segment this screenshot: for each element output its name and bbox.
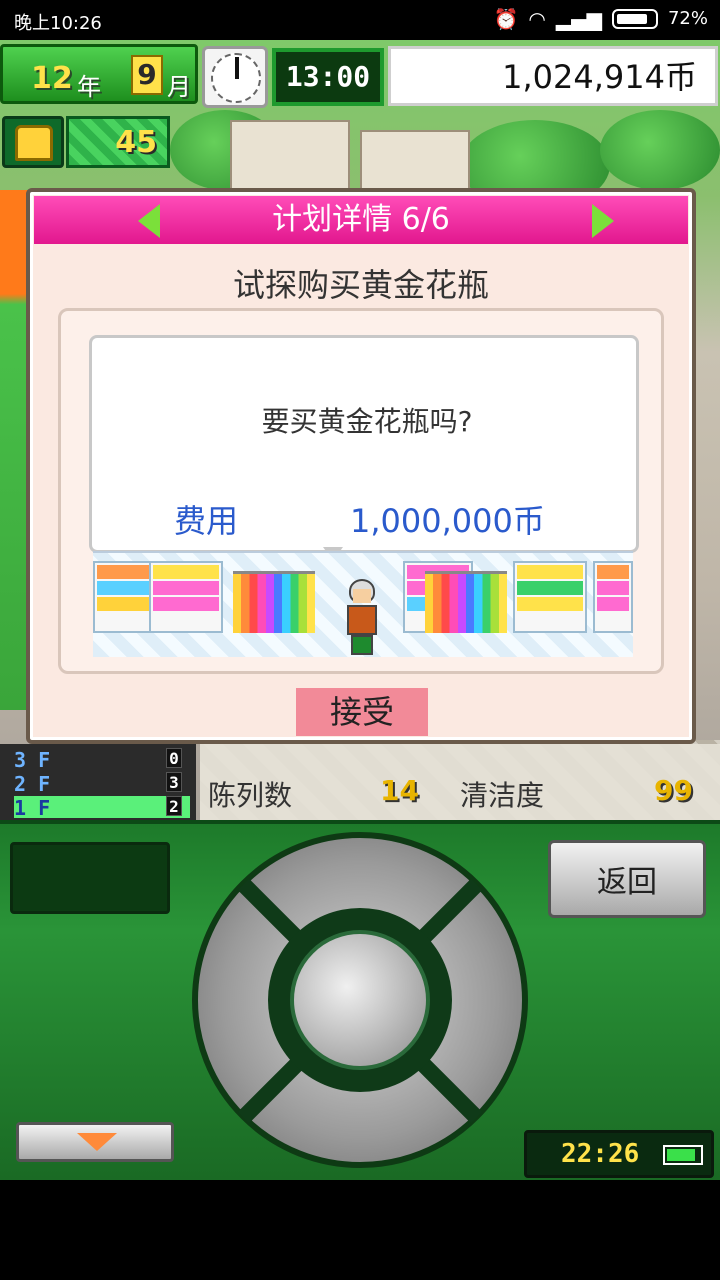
dialog-header: 计划详情 6/6	[34, 196, 688, 244]
month-unit: 月	[167, 73, 191, 101]
year-value: 12	[31, 61, 73, 96]
status-icons: ⏰ ◠ ▂▄▆ 72%	[493, 8, 708, 29]
product-shelf	[593, 561, 633, 633]
plan-content-panel: 要买黄金花瓶吗? 费用 1,000,000币	[58, 308, 664, 674]
date-panel: 12 年 9 月	[0, 44, 198, 104]
dpad[interactable]	[192, 832, 528, 1168]
dialog-title: 计划详情 6/6	[272, 202, 450, 237]
cost-label: 费用	[174, 502, 239, 540]
back-button[interactable]: 返回	[548, 840, 706, 918]
dpad-center-button[interactable]	[290, 930, 430, 1070]
clock-icon	[202, 46, 268, 108]
next-arrow-icon[interactable]	[592, 204, 614, 238]
month-value: 9	[131, 55, 163, 95]
building-edge	[0, 190, 28, 710]
floor-row-3f[interactable]: 3 F 0	[14, 748, 190, 772]
game-time: 13:00	[272, 48, 384, 106]
prev-arrow-icon[interactable]	[138, 204, 160, 238]
battery-percent: 72%	[667, 8, 708, 29]
wifi-icon: ◠	[528, 6, 546, 31]
signal-icon: ▂▄▆	[555, 6, 602, 31]
scroll-down-button[interactable]	[16, 1122, 174, 1162]
down-arrow-icon	[77, 1133, 117, 1151]
display-count-label: 陈列数	[208, 779, 293, 812]
device-clock: 22:26	[524, 1130, 714, 1178]
shop-illustration	[93, 551, 633, 657]
floor-row-2f[interactable]: 2 F 3	[14, 772, 190, 796]
points-panel: 45	[66, 116, 170, 168]
plan-detail-dialog: 计划详情 6/6 试探购买黄金花瓶 要买黄金花瓶吗? 费用 1,000,000币…	[26, 188, 696, 744]
status-bar: 晚上10:26 ⏰ ◠ ▂▄▆ 72%	[0, 0, 720, 40]
product-shelf	[149, 561, 223, 633]
building-wall	[230, 120, 350, 190]
points-value: 45	[115, 125, 157, 160]
floor-row-1f[interactable]: 1 F 2	[14, 796, 190, 820]
product-shelf	[513, 561, 587, 633]
tree	[600, 110, 720, 190]
clothing-rack	[425, 571, 507, 633]
display-count-value: 14	[380, 774, 419, 807]
money-display: 1,024,914币	[388, 46, 718, 106]
mini-screen	[10, 842, 170, 914]
plan-name: 试探购买黄金花瓶	[232, 266, 489, 304]
bottom-bar	[0, 1180, 720, 1280]
floor-count: 2	[166, 796, 182, 816]
shop-stats: 陈列数 14 清洁度 99	[200, 744, 720, 820]
shop-clerk-sprite	[341, 579, 381, 657]
cost-value: 1,000,000币	[350, 502, 545, 540]
battery-icon	[611, 8, 658, 29]
cleanliness-value: 99	[654, 774, 693, 807]
year-unit: 年	[77, 73, 101, 101]
cleanliness-label: 清洁度	[460, 779, 545, 812]
clothing-rack	[233, 571, 315, 633]
device-time: 22:26	[561, 1139, 640, 1169]
battery-icon	[663, 1145, 703, 1165]
status-time: 晚上10:26	[14, 13, 102, 34]
accept-button[interactable]: 接受	[296, 688, 428, 736]
building-wall	[360, 130, 470, 190]
floor-list: 3 F 0 2 F 3 1 F 2	[0, 744, 196, 820]
shirt-icon[interactable]	[2, 116, 64, 168]
speech-bubble: 要买黄金花瓶吗? 费用 1,000,000币	[89, 335, 639, 553]
plan-question: 要买黄金花瓶吗?	[261, 405, 473, 438]
alarm-icon: ⏰	[493, 6, 519, 31]
floor-count: 0	[166, 748, 182, 768]
controller-panel: 返回 22:26	[0, 820, 720, 1180]
floor-count: 3	[166, 772, 182, 792]
